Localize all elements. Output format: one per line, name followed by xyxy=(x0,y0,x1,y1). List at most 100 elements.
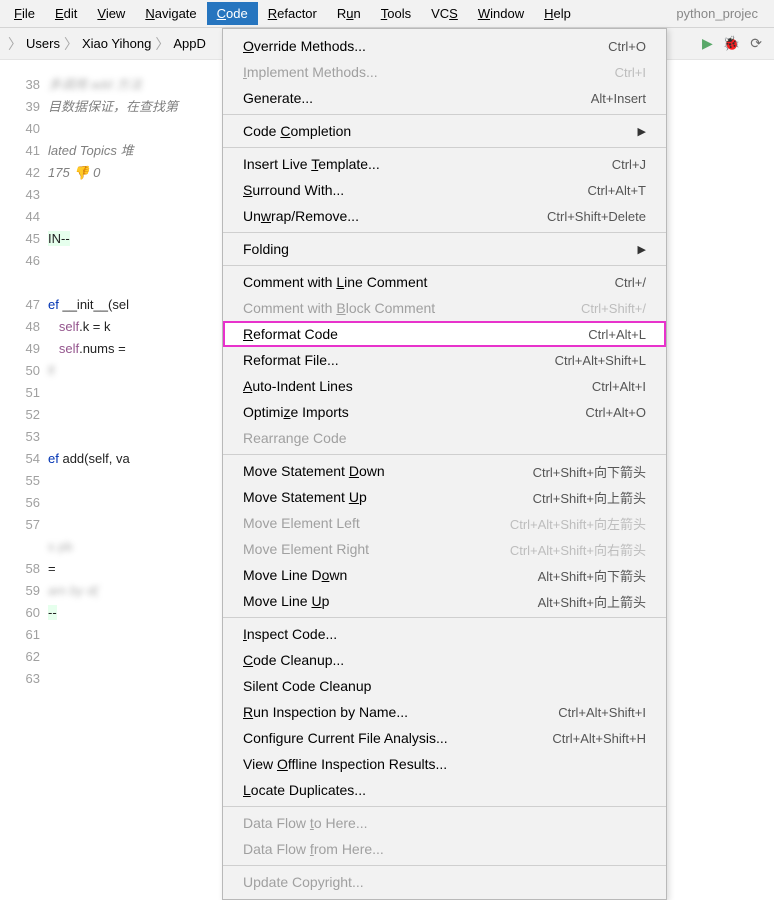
menu-item-unwrap-remove[interactable]: Unwrap/Remove...Ctrl+Shift+Delete xyxy=(223,203,666,229)
menu-item-reformat-file[interactable]: Reformat File... Ctrl+Alt+Shift+L xyxy=(223,347,666,373)
menu-item-code-cleanup[interactable]: Code Cleanup... xyxy=(223,647,666,673)
line-number: 38 xyxy=(0,74,40,96)
menu-item-reformat-code[interactable]: Reformat CodeCtrl+Alt+L xyxy=(223,321,666,347)
code-text: .nums = xyxy=(79,341,126,356)
line-number: 56 xyxy=(0,492,40,514)
line-number: 42 xyxy=(0,162,40,184)
menu-separator xyxy=(223,865,666,866)
menu-item-label: Silent Code Cleanup xyxy=(243,678,371,694)
menu-separator xyxy=(223,617,666,618)
menu-separator xyxy=(223,232,666,233)
line-number: 48 xyxy=(0,316,40,338)
menu-item-label: Run Inspection by Name... xyxy=(243,704,408,720)
code-text: lf xyxy=(48,363,55,378)
menu-item-surround-with[interactable]: Surround With...Ctrl+Alt+T xyxy=(223,177,666,203)
menu-vcs[interactable]: VCS xyxy=(421,2,468,25)
line-number: 61 xyxy=(0,624,40,646)
menu-item-label: Data Flow to Here... xyxy=(243,815,368,831)
menu-item-label: Reformat File... xyxy=(243,352,339,368)
menu-item-override-methods[interactable]: Override Methods...Ctrl+O xyxy=(223,33,666,59)
menu-item-label: Move Line Down xyxy=(243,567,347,583)
menu-edit[interactable]: Edit xyxy=(45,2,87,25)
line-number xyxy=(0,536,40,558)
menu-item-label: Move Statement Down xyxy=(243,463,385,479)
menu-item-run-inspection-by-name[interactable]: Run Inspection by Name... Ctrl+Alt+Shift+… xyxy=(223,699,666,725)
menu-item-move-line-up[interactable]: Move Line UpAlt+Shift+向上箭头 xyxy=(223,588,666,614)
project-label: python_projec xyxy=(676,6,770,21)
menu-item-move-line-down[interactable]: Move Line DownAlt+Shift+向下箭头 xyxy=(223,562,666,588)
chevron-right-icon: 〉 xyxy=(155,34,169,54)
menu-item-label: Implement Methods... xyxy=(243,64,378,80)
code-text: lated Topics 堆 xyxy=(48,143,134,158)
menu-separator xyxy=(223,147,666,148)
menu-item-label: Move Line Up xyxy=(243,593,329,609)
submenu-arrow-icon: ▶ xyxy=(638,243,646,256)
menu-item-optimize-imports[interactable]: Optimize Imports Ctrl+Alt+O xyxy=(223,399,666,425)
menu-item-locate-duplicates[interactable]: Locate Duplicates... xyxy=(223,777,666,803)
run-icon[interactable]: ▶ xyxy=(702,35,713,52)
menu-item-label: Optimize Imports xyxy=(243,404,349,420)
menu-window[interactable]: Window xyxy=(468,2,534,25)
shortcut-label: Ctrl+Alt+Shift+向右箭头 xyxy=(510,540,646,559)
line-number: 49 xyxy=(0,338,40,360)
menu-item-move-statement-down[interactable]: Move Statement DownCtrl+Shift+向下箭头 xyxy=(223,458,666,484)
menu-item-comment-with-line-comment[interactable]: Comment with Line CommentCtrl+/ xyxy=(223,269,666,295)
menu-code[interactable]: Code xyxy=(207,2,258,25)
line-number: 59 xyxy=(0,580,40,602)
menu-item-folding[interactable]: Folding ▶ xyxy=(223,236,666,262)
menu-item-configure-current-file-analysis[interactable]: Configure Current File Analysis...Ctrl+A… xyxy=(223,725,666,751)
menu-item-label: Folding xyxy=(243,241,289,257)
menu-tools[interactable]: Tools xyxy=(371,2,421,25)
menu-navigate[interactable]: Navigate xyxy=(135,2,206,25)
shortcut-label: Ctrl+I xyxy=(615,65,646,80)
keyword: ef xyxy=(48,297,62,312)
menu-view[interactable]: View xyxy=(87,2,135,25)
self-keyword: self xyxy=(59,319,79,334)
code-text: (self, va xyxy=(84,451,130,466)
shortcut-label: Ctrl+O xyxy=(608,39,646,54)
menu-item-implement-methods: Implement Methods... Ctrl+I xyxy=(223,59,666,85)
menubar: FileEditViewNavigateCodeRefactorRunTools… xyxy=(0,0,774,28)
menu-file[interactable]: File xyxy=(4,2,45,25)
shortcut-label: Ctrl+Shift+Delete xyxy=(547,209,646,224)
menu-item-move-statement-up[interactable]: Move Statement UpCtrl+Shift+向上箭头 xyxy=(223,484,666,510)
menu-item-silent-code-cleanup[interactable]: Silent Code Cleanup xyxy=(223,673,666,699)
menu-item-inspect-code[interactable]: Inspect Code... xyxy=(223,621,666,647)
identifier: __init__ xyxy=(62,297,108,312)
line-number: 50 xyxy=(0,360,40,382)
line-number-gutter: 383940414243444546 474849505152535455565… xyxy=(0,60,48,890)
update-icon[interactable]: ⟳ xyxy=(750,35,762,52)
shortcut-label: Ctrl+Alt+O xyxy=(585,405,646,420)
shortcut-label: Ctrl+Alt+Shift+向左箭头 xyxy=(510,514,646,533)
line-number: 45 xyxy=(0,228,40,250)
menu-item-insert-live-template[interactable]: Insert Live Template...Ctrl+J xyxy=(223,151,666,177)
breadcrumb-item[interactable]: AppD xyxy=(173,36,206,51)
shortcut-label: Ctrl+Shift+向上箭头 xyxy=(533,488,646,507)
menu-item-label: Data Flow from Here... xyxy=(243,841,384,857)
menu-item-code-completion[interactable]: Code Completion▶ xyxy=(223,118,666,144)
menu-separator xyxy=(223,265,666,266)
line-number: 62 xyxy=(0,646,40,668)
submenu-arrow-icon: ▶ xyxy=(638,125,646,138)
menu-help[interactable]: Help xyxy=(534,2,581,25)
line-number: 47 xyxy=(0,294,40,316)
menu-item-generate[interactable]: Generate...Alt+Insert xyxy=(223,85,666,111)
code-text: am by d( xyxy=(48,583,99,598)
debug-icon[interactable]: 🐞 xyxy=(723,35,740,52)
menu-run[interactable]: Run xyxy=(327,2,371,25)
shortcut-label: Ctrl+Alt+Shift+L xyxy=(555,353,646,368)
code-text: .k = k xyxy=(79,319,110,334)
menu-item-view-offline-inspection-results[interactable]: View Offline Inspection Results... xyxy=(223,751,666,777)
menu-item-auto-indent-lines[interactable]: Auto-Indent LinesCtrl+Alt+I xyxy=(223,373,666,399)
breadcrumb-item[interactable]: Users xyxy=(26,36,60,51)
code-text: s pb xyxy=(48,539,73,554)
breadcrumb-item[interactable]: Xiao Yihong xyxy=(82,36,151,51)
line-number: 39 xyxy=(0,96,40,118)
menu-refactor[interactable]: Refactor xyxy=(258,2,327,25)
line-number xyxy=(0,272,40,294)
line-number: 52 xyxy=(0,404,40,426)
shortcut-label: Ctrl+Alt+Shift+I xyxy=(558,705,646,720)
line-number: 44 xyxy=(0,206,40,228)
chevron-right-icon: 〉 xyxy=(8,34,22,54)
menu-item-label: Insert Live Template... xyxy=(243,156,380,172)
